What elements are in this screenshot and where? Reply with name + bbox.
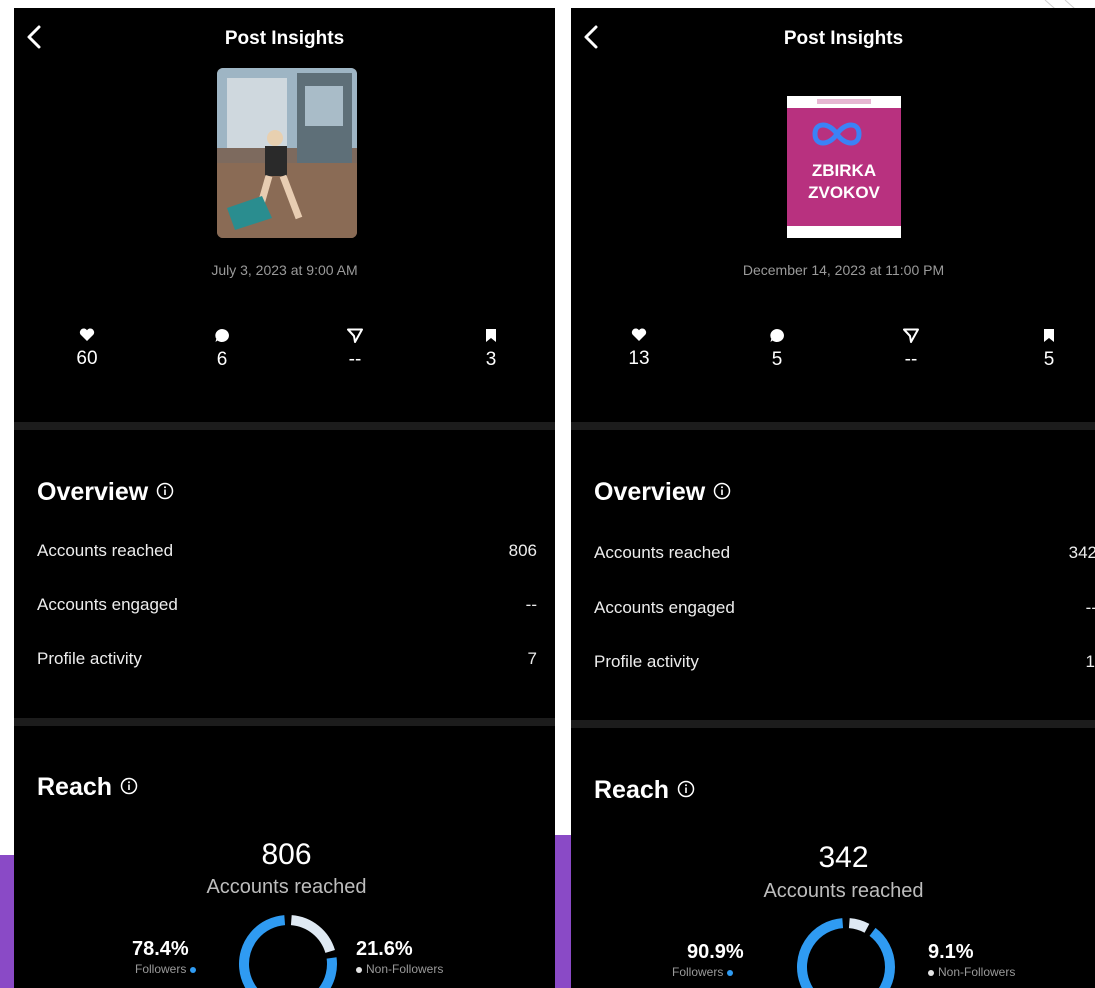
followers-percent: 78.4%	[132, 938, 189, 960]
heart-icon	[631, 328, 647, 341]
reach-number: 806	[261, 838, 312, 871]
info-icon[interactable]	[156, 482, 174, 500]
send-icon	[903, 328, 919, 343]
divider	[14, 422, 555, 430]
post-insights-panel-left: Post Insights July 3, 2023 at 9:00 AM 60…	[14, 8, 555, 988]
accounts-engaged-label: Accounts engaged	[594, 598, 735, 617]
accounts-reached-label: Accounts reached	[594, 543, 731, 562]
comments-metric: 6	[202, 328, 242, 371]
comments-count: 6	[216, 349, 228, 370]
non-followers-slice	[848, 918, 870, 933]
comment-bubble-icon	[215, 329, 229, 342]
reach-heading: Reach	[594, 776, 695, 805]
profile-activity-value: 1	[1085, 652, 1095, 671]
likes-metric: 13	[619, 328, 659, 370]
non-followers-percent: 21.6%	[356, 938, 413, 960]
info-icon[interactable]	[120, 777, 138, 795]
overview-heading: Overview	[37, 478, 174, 507]
non-followers-label: Non-Followers	[938, 965, 1016, 979]
header: Post Insights	[571, 8, 1095, 68]
reach-number: 342	[818, 841, 869, 874]
divider	[571, 422, 1095, 430]
reach-title: Reach	[594, 776, 670, 804]
non-followers-percent: 9.1%	[928, 941, 974, 963]
reach-subtitle: Accounts reached	[763, 880, 924, 902]
followers-dot	[190, 966, 197, 973]
overview-title: Overview	[37, 478, 149, 506]
page-title: Post Insights	[224, 28, 345, 49]
info-icon[interactable]	[677, 780, 695, 798]
shares-metric: --	[891, 328, 931, 371]
saves-metric: 3	[471, 328, 511, 371]
saves-count: 5	[1043, 349, 1055, 370]
shares-metric: --	[335, 328, 375, 371]
post-date: July 3, 2023 at 9:00 AM	[211, 262, 358, 278]
reach-donut-chart	[239, 915, 337, 988]
non-followers-legend: Non-Followers	[928, 965, 1015, 979]
followers-legend: Followers	[672, 965, 734, 979]
post-thumbnail[interactable]	[217, 68, 357, 238]
shares-count: --	[348, 349, 362, 370]
page-title: Post Insights	[783, 28, 904, 49]
followers-legend: Followers	[135, 962, 197, 976]
post-insights-panel-right: Post Insights ZBIRKA ZVOKOV December 14,…	[571, 8, 1095, 988]
reach-heading: Reach	[37, 773, 138, 802]
reach-title: Reach	[37, 773, 113, 801]
bookmark-icon	[486, 329, 496, 342]
post-date: December 14, 2023 at 11:00 PM	[742, 262, 945, 278]
overview-heading: Overview	[594, 478, 731, 507]
shares-count: --	[904, 349, 918, 370]
followers-slice	[797, 918, 895, 988]
followers-label: Followers	[672, 965, 724, 979]
profile-activity-value: 7	[527, 649, 537, 668]
likes-metric: 60	[67, 328, 107, 370]
non-followers-dot	[928, 969, 934, 976]
heart-icon	[79, 328, 95, 341]
purple-accent-middle	[555, 835, 571, 988]
header: Post Insights	[14, 8, 555, 68]
non-followers-dot	[356, 966, 362, 973]
post-photo-image	[217, 68, 357, 238]
info-icon[interactable]	[713, 482, 731, 500]
saves-metric: 5	[1029, 328, 1069, 371]
non-followers-legend: Non-Followers	[356, 962, 443, 976]
reach-subtitle: Accounts reached	[206, 876, 367, 898]
comments-metric: 5	[757, 328, 797, 371]
post-graphic-image: ZBIRKA ZVOKOV	[787, 96, 901, 238]
send-icon	[347, 328, 363, 343]
accounts-engaged-label: Accounts engaged	[37, 595, 178, 614]
comments-count: 5	[771, 349, 783, 370]
divider	[14, 718, 555, 726]
post-thumbnail[interactable]: ZBIRKA ZVOKOV	[787, 96, 901, 238]
accounts-engaged-value: --	[1085, 598, 1095, 617]
likes-count: 13	[628, 348, 650, 369]
likes-count: 60	[76, 348, 98, 369]
followers-dot	[727, 969, 734, 976]
non-followers-slice	[290, 915, 335, 954]
accounts-reached-value: 342	[1068, 543, 1095, 562]
purple-accent-left	[0, 855, 14, 988]
profile-activity-label: Profile activity	[594, 652, 699, 671]
accounts-reached-label: Accounts reached	[37, 541, 174, 560]
thumb-line-1: ZBIRKA	[812, 161, 876, 180]
non-followers-label: Non-Followers	[366, 962, 444, 976]
comment-bubble-icon	[770, 329, 784, 342]
overview-title: Overview	[594, 478, 706, 506]
bookmark-icon	[1044, 329, 1054, 342]
accounts-engaged-value: --	[525, 595, 537, 614]
saves-count: 3	[485, 349, 497, 370]
thumb-line-2: ZVOKOV	[808, 183, 880, 202]
followers-percent: 90.9%	[687, 941, 744, 963]
divider	[571, 720, 1095, 728]
accounts-reached-value: 806	[508, 541, 537, 560]
followers-label: Followers	[135, 962, 187, 976]
profile-activity-label: Profile activity	[37, 649, 142, 668]
reach-donut-chart	[797, 918, 895, 988]
